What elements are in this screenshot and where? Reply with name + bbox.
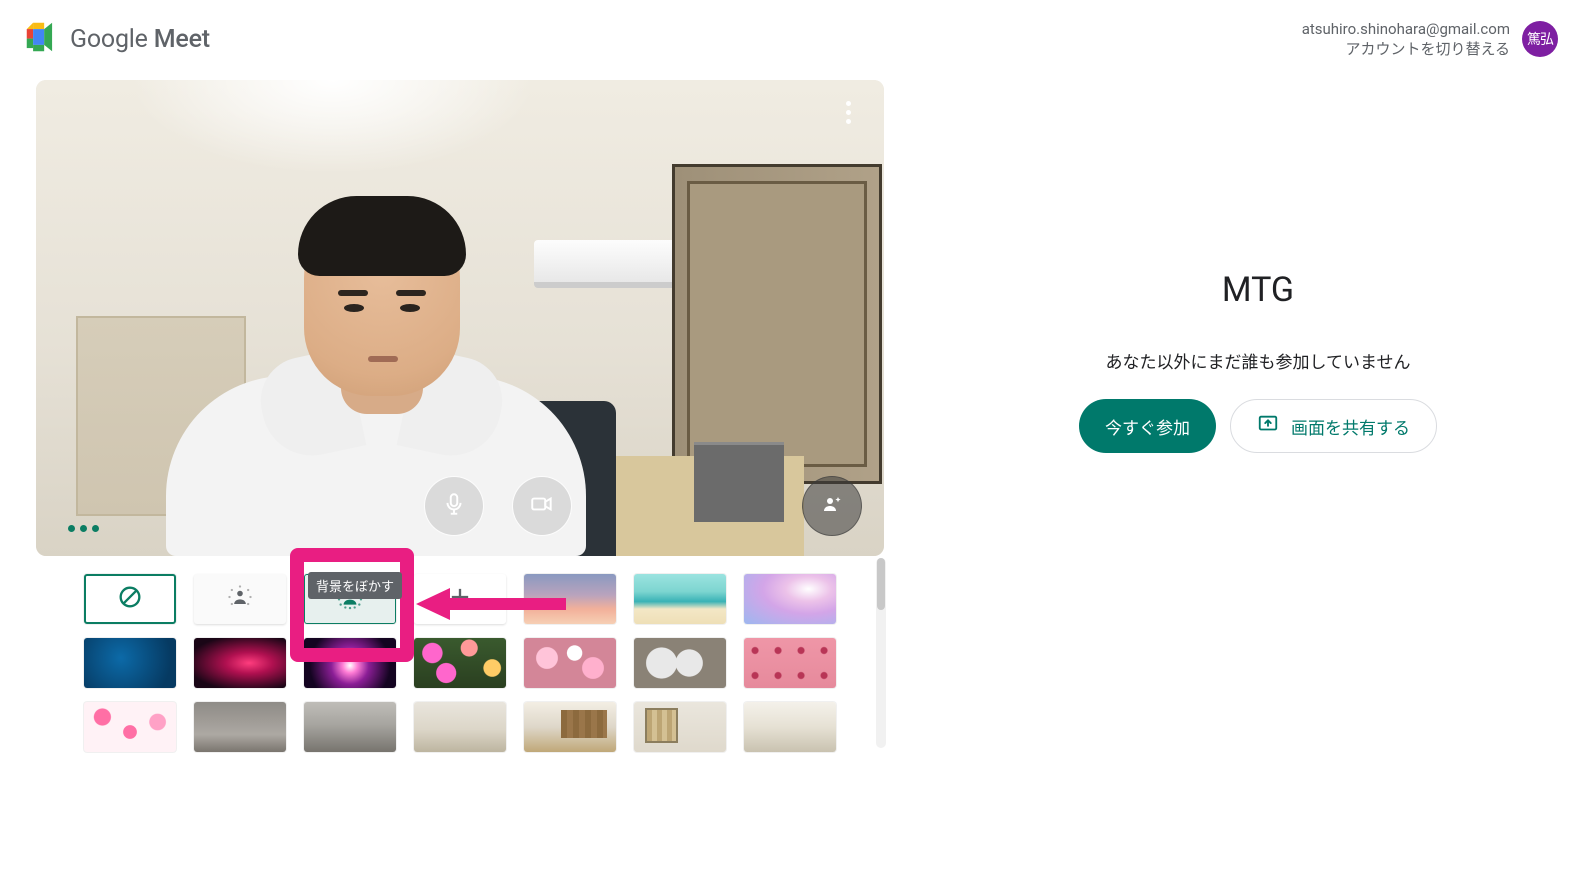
blur-light-icon [226, 583, 254, 615]
bg-option-kitchen[interactable] [524, 702, 616, 752]
toggle-mic-button[interactable] [424, 476, 484, 536]
bg-option-blossom[interactable] [524, 638, 616, 688]
header: Google Meet atsuhiro.shinohara@gmail.com… [0, 0, 1586, 70]
bg-option-cafe[interactable] [194, 702, 286, 752]
present-screen-button[interactable]: 画面を共有する [1230, 399, 1437, 453]
blur-strong-icon [336, 583, 364, 615]
main: 背景をぼかす MTG あなた以外にまだ誰も参加していません 今すぐ参加 [0, 70, 1586, 756]
sparkle-person-icon [820, 492, 844, 520]
bg-option-none[interactable] [84, 574, 176, 624]
account-text: atsuhiro.shinohara@gmail.com アカウントを切り替える [1302, 19, 1510, 60]
bg-option-upload[interactable] [414, 574, 506, 624]
bg-option-office[interactable] [304, 702, 396, 752]
bg-option-water[interactable] [84, 638, 176, 688]
brand-google: Google [70, 25, 148, 54]
join-panel: MTG あなた以外にまだ誰も参加していません 今すぐ参加 画面を共有する [930, 80, 1586, 756]
meeting-subtitle: あなた以外にまだ誰も参加していません [1106, 348, 1411, 373]
bg-option-library[interactable] [634, 702, 726, 752]
switch-account-link[interactable]: アカウントを切り替える [1302, 39, 1510, 59]
visual-effects-button[interactable] [802, 476, 862, 536]
bg-option-pattern[interactable] [744, 638, 836, 688]
plus-icon [446, 583, 474, 615]
bg-option-clouds[interactable] [744, 574, 836, 624]
bg-picker-scrollbar[interactable] [876, 558, 886, 748]
bg-option-sunset[interactable] [524, 574, 616, 624]
account-email: atsuhiro.shinohara@gmail.com [1302, 19, 1510, 39]
no-effect-icon [116, 583, 144, 615]
bg-option-blur-light[interactable] [194, 574, 286, 624]
bg-option-abstract[interactable] [634, 638, 726, 688]
brand: Google Meet [22, 18, 210, 60]
avatar[interactable]: 篤弘 [1522, 21, 1558, 57]
join-now-button[interactable]: 今すぐ参加 [1079, 399, 1216, 453]
more-options-button[interactable] [834, 98, 862, 126]
bg-option-beach[interactable] [634, 574, 726, 624]
bg-option-petals[interactable] [84, 702, 176, 752]
bg-option-nebula[interactable] [194, 638, 286, 688]
present-icon [1257, 413, 1279, 440]
speaking-indicator-icon [68, 525, 99, 532]
meet-logo-icon [22, 18, 60, 60]
preview-column: 背景をぼかす [36, 80, 890, 756]
join-actions: 今すぐ参加 画面を共有する [1079, 399, 1437, 453]
bg-option-window[interactable] [744, 702, 836, 752]
present-label: 画面を共有する [1291, 414, 1410, 439]
video-preview [36, 80, 884, 556]
bg-option-living[interactable] [414, 702, 506, 752]
meeting-title: MTG [1222, 270, 1294, 310]
camera-icon [529, 491, 555, 521]
bg-option-blur-strong[interactable] [304, 574, 396, 624]
bg-option-fireworks[interactable] [304, 638, 396, 688]
bg-option-flowers[interactable] [414, 638, 506, 688]
brand-meet: Meet [154, 25, 210, 54]
mic-icon [441, 491, 467, 521]
brand-title: Google Meet [70, 25, 210, 54]
background-picker [36, 558, 886, 756]
account-area: atsuhiro.shinohara@gmail.com アカウントを切り替える… [1302, 19, 1558, 60]
toggle-camera-button[interactable] [512, 476, 572, 536]
